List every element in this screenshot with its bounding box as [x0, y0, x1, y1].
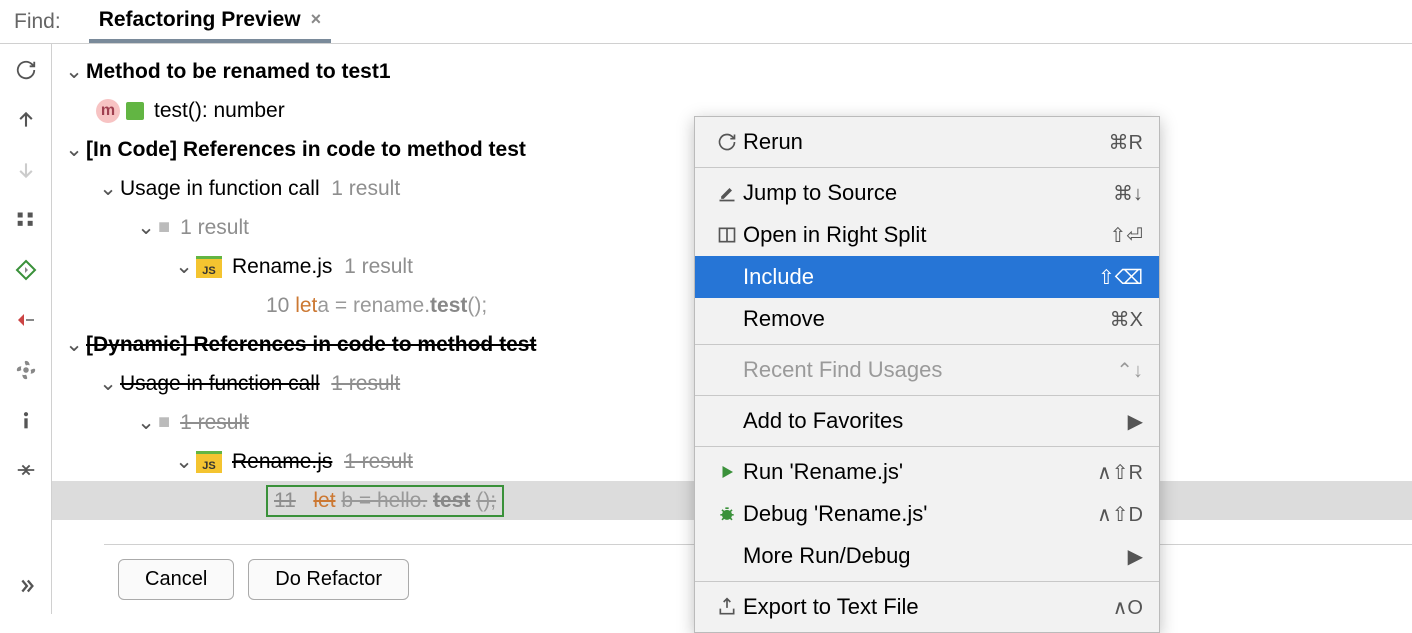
run-icon — [711, 463, 743, 481]
code-method: test — [430, 294, 467, 318]
menu-rerun[interactable]: Rerun ⌘R — [695, 121, 1159, 163]
menu-separator — [695, 395, 1159, 396]
menu-add-to-favorites[interactable]: Add to Favorites ▶ — [695, 400, 1159, 442]
folder-icon: ■ — [158, 411, 170, 434]
tab-refactoring-preview[interactable]: Refactoring Preview × — [89, 0, 331, 43]
line-number: 10 — [266, 294, 289, 318]
more-icon[interactable] — [8, 568, 44, 604]
tree-heading[interactable]: ⌄ Method to be renamed to test1 — [52, 52, 1412, 91]
context-menu: Rerun ⌘R Jump to Source ⌘↓ Open in Right… — [694, 116, 1160, 633]
forward-red-icon[interactable] — [8, 302, 44, 338]
menu-separator — [695, 344, 1159, 345]
find-header: Find: Refactoring Preview × — [0, 0, 1412, 44]
code-keyword: let — [313, 489, 335, 512]
fan-icon[interactable] — [8, 352, 44, 388]
do-refactor-button[interactable]: Do Refactor — [248, 559, 409, 600]
code-frag: a = rename. — [317, 294, 430, 318]
tool-sidebar — [0, 44, 52, 614]
menu-run[interactable]: Run 'Rename.js' ∧⇧R — [695, 451, 1159, 493]
code-keyword: let — [295, 294, 317, 318]
chevron-down-icon[interactable]: ⌄ — [172, 254, 196, 279]
menu-separator — [695, 167, 1159, 168]
submenu-arrow-icon: ▶ — [1128, 544, 1143, 569]
split-icon — [711, 225, 743, 245]
usage-count: 1 result — [331, 177, 400, 201]
usage-label: Usage in function call — [120, 372, 320, 396]
bug-icon — [711, 504, 743, 524]
chevron-down-icon[interactable]: ⌄ — [96, 371, 120, 396]
file-name: Rename.js — [232, 255, 332, 279]
edit-icon — [711, 183, 743, 203]
folder-count: 1 result — [180, 411, 249, 435]
export-icon — [711, 597, 743, 617]
js-file-icon: JS — [196, 451, 222, 473]
code-frag: (); — [467, 294, 487, 318]
js-file-icon: JS — [196, 256, 222, 278]
folder-icon: ■ — [158, 216, 170, 239]
code-frag: b = hello. — [341, 489, 427, 512]
green-indicator-icon — [126, 102, 144, 120]
menu-include[interactable]: Include ⇧⌫ — [695, 256, 1159, 298]
line-number: 11 — [274, 489, 296, 512]
menu-separator — [695, 446, 1159, 447]
method-signature: test(): number — [154, 99, 285, 123]
menu-more-run-debug[interactable]: More Run/Debug ▶ — [695, 535, 1159, 577]
chevron-down-icon[interactable]: ⌄ — [62, 332, 86, 357]
file-name: Rename.js — [232, 450, 332, 474]
menu-debug[interactable]: Debug 'Rename.js' ∧⇧D — [695, 493, 1159, 535]
section-title: [Dynamic] References in code to method t… — [86, 333, 536, 357]
menu-export[interactable]: Export to Text File ∧O — [695, 586, 1159, 628]
menu-remove[interactable]: Remove ⌘X — [695, 298, 1159, 340]
collapse-icon[interactable] — [8, 452, 44, 488]
rerun-icon[interactable] — [8, 52, 44, 88]
menu-open-right-split[interactable]: Open in Right Split ⇧⏎ — [695, 214, 1159, 256]
info-icon[interactable] — [8, 402, 44, 438]
chevron-down-icon[interactable]: ⌄ — [172, 449, 196, 474]
menu-recent-find-usages: Recent Find Usages ⌃↓ — [695, 349, 1159, 391]
file-count: 1 result — [344, 450, 413, 474]
code-method: test — [433, 489, 470, 512]
code-frag: (); — [476, 489, 496, 512]
chevron-down-icon[interactable]: ⌄ — [134, 215, 158, 240]
group-icon[interactable] — [8, 202, 44, 238]
chevron-down-icon[interactable]: ⌄ — [96, 176, 120, 201]
chevron-down-icon[interactable]: ⌄ — [134, 410, 158, 435]
chevron-down-icon[interactable]: ⌄ — [62, 59, 86, 84]
rerun-icon — [711, 132, 743, 152]
method-badge-icon: m — [96, 99, 120, 123]
find-label: Find: — [14, 10, 61, 34]
cancel-button[interactable]: Cancel — [118, 559, 234, 600]
tab-title: Refactoring Preview — [99, 8, 301, 32]
heading-text: Method to be renamed to test1 — [86, 60, 391, 84]
file-count: 1 result — [344, 255, 413, 279]
folder-count: 1 result — [180, 216, 249, 240]
down-arrow-icon — [8, 152, 44, 188]
submenu-arrow-icon: ▶ — [1128, 409, 1143, 434]
up-arrow-icon[interactable] — [8, 102, 44, 138]
section-title: [In Code] References in code to method t… — [86, 138, 526, 162]
back-diamond-icon[interactable] — [8, 252, 44, 288]
close-icon[interactable]: × — [311, 9, 322, 30]
usage-count: 1 result — [331, 372, 400, 396]
chevron-down-icon[interactable]: ⌄ — [62, 137, 86, 162]
menu-separator — [695, 581, 1159, 582]
menu-jump-to-source[interactable]: Jump to Source ⌘↓ — [695, 172, 1159, 214]
usage-label: Usage in function call — [120, 177, 320, 201]
